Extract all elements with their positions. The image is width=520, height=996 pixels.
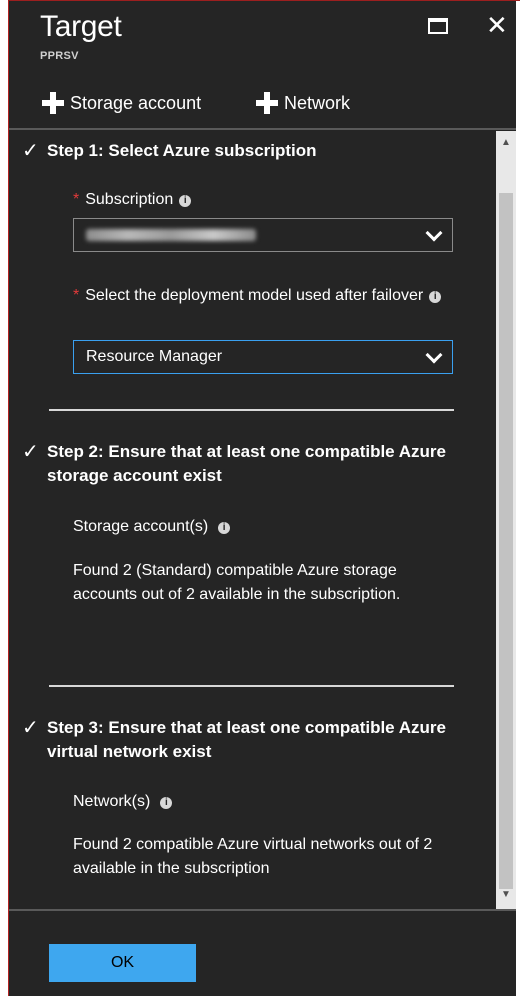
command-bar-divider — [9, 128, 516, 130]
step1-heading-text: Step 1: Select Azure subscription — [47, 141, 317, 160]
chevron-down-icon — [425, 224, 443, 242]
network-label: Network — [284, 92, 351, 113]
blade-content[interactable]: ✓ Step 1: Select Azure subscription * Sub… — [9, 131, 495, 909]
step2-heading-text: Step 2: Ensure that at least one compati… — [47, 442, 446, 485]
deployment-model-label: * Select the deployment model used after … — [73, 284, 453, 308]
check-icon: ✓ — [22, 717, 39, 739]
section-divider — [49, 685, 454, 687]
storage-accounts-label: Storage account(s) i — [73, 515, 231, 539]
networks-message: Found 2 compatible Azure virtual network… — [73, 836, 433, 877]
footer-divider — [9, 909, 516, 911]
add-network-button[interactable]: Network — [256, 92, 350, 114]
plus-icon — [256, 92, 278, 114]
step1-heading: ✓ Step 1: Select Azure subscription — [22, 139, 317, 163]
plus-icon — [42, 92, 64, 114]
deployment-model-dropdown[interactable]: Resource Manager — [73, 340, 453, 374]
section-divider — [49, 409, 454, 411]
networks-label: Network(s) i — [73, 790, 173, 814]
networks-label-text: Network(s) — [73, 793, 151, 810]
info-icon[interactable]: i — [429, 291, 442, 303]
blade-top-edge — [8, 0, 520, 1]
step3-heading: ✓ Step 3: Ensure that at least one compa… — [22, 716, 447, 764]
subscription-value-obscured — [86, 229, 256, 241]
scroll-up-arrow-icon[interactable]: ▲ — [496, 133, 516, 153]
ok-button[interactable]: OK — [49, 944, 196, 982]
scroll-thumb[interactable] — [499, 193, 513, 889]
deployment-model-value: Resource Manager — [86, 348, 223, 365]
storage-accounts-message: Found 2 (Standard) compatible Azure stor… — [73, 562, 401, 603]
scroll-down-arrow-icon[interactable]: ▼ — [496, 885, 516, 905]
info-icon[interactable]: i — [218, 522, 231, 534]
close-icon[interactable]: ✕ — [486, 12, 508, 38]
check-icon: ✓ — [22, 441, 39, 463]
required-mark: * — [73, 287, 80, 304]
info-icon[interactable]: i — [179, 195, 192, 207]
subscription-dropdown[interactable] — [73, 218, 453, 252]
vertical-scrollbar[interactable]: ▲ ▼ — [496, 131, 516, 909]
step2-heading: ✓ Step 2: Ensure that at least one compa… — [22, 440, 447, 488]
check-icon: ✓ — [22, 140, 39, 162]
subscription-label: * Subscription i — [73, 188, 192, 212]
required-mark: * — [73, 191, 80, 208]
subscription-label-text: Subscription — [85, 191, 174, 208]
step3-heading-text: Step 3: Ensure that at least one compati… — [47, 718, 446, 761]
page-title: Target — [40, 10, 122, 43]
deployment-model-label-text: Select the deployment model used after f… — [85, 287, 424, 304]
storage-account-label: Storage account — [70, 92, 202, 113]
maximize-icon[interactable] — [428, 18, 448, 34]
add-storage-account-button[interactable]: Storage account — [42, 92, 201, 114]
info-icon[interactable]: i — [160, 797, 173, 809]
storage-accounts-label-text: Storage account(s) — [73, 518, 209, 535]
page-subtitle: PPRSV — [40, 50, 79, 62]
chevron-down-icon — [425, 346, 443, 364]
